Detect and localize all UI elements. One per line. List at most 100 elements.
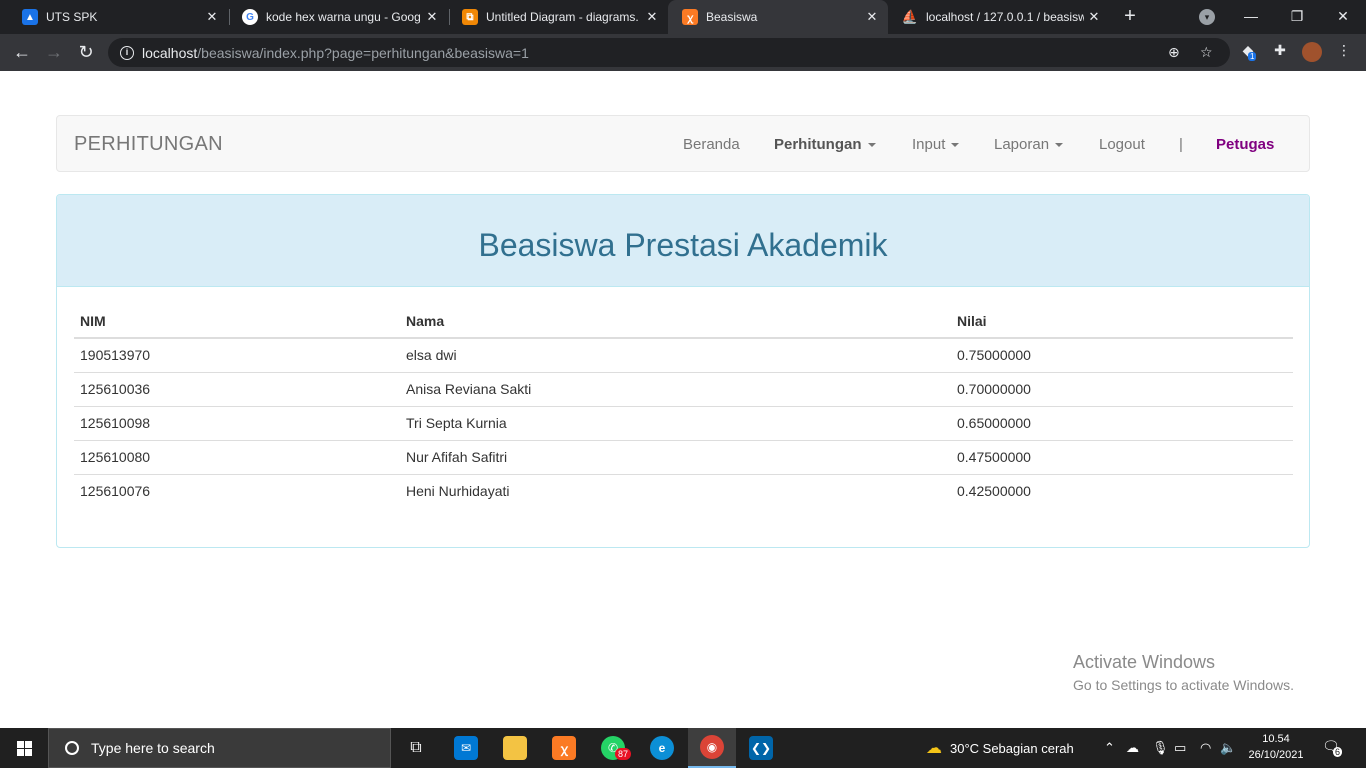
browser-tab-beasiswa[interactable]: ꭓ Beasiswa ✕ xyxy=(668,0,888,34)
whatsapp-badge: 87 xyxy=(615,748,632,760)
extensions-puzzle-icon[interactable]: ✚ xyxy=(1270,42,1290,62)
hidden-icons-chevron[interactable]: ⌃ xyxy=(1104,728,1115,768)
minimize-button[interactable]: — xyxy=(1228,0,1274,34)
vscode-app[interactable]: ❮❯ xyxy=(737,728,785,768)
table-row: 125610098 Tri Septa Kurnia 0.65000000 xyxy=(74,405,1293,440)
zoom-icon[interactable]: ⊕ xyxy=(1168,44,1180,61)
wifi-tray[interactable]: ◠ xyxy=(1200,728,1211,768)
extension-icon[interactable]: ◆ 1 xyxy=(1238,42,1258,62)
taskbar-search-box[interactable]: Type here to search xyxy=(48,728,391,768)
browser-tab-diagrams[interactable]: ⧉ Untitled Diagram - diagrams. ✕ xyxy=(448,0,668,34)
chrome-app[interactable]: ◉ xyxy=(688,728,736,768)
nav-perhitungan[interactable]: Perhitungan xyxy=(774,136,876,153)
cell-nama: Anisa Reviana Sakti xyxy=(400,371,951,406)
restore-button[interactable]: ❐ xyxy=(1274,0,1320,34)
close-window-button[interactable]: ✕ xyxy=(1320,0,1366,34)
browser-tab-phpmyadmin[interactable]: ⛵ localhost / 127.0.0.1 / beasisw ✕ xyxy=(888,0,1110,34)
column-header-nilai: Nilai xyxy=(951,305,1293,339)
classroom-icon: ▲ xyxy=(22,9,38,25)
page-content: PERHITUNGAN Beranda Perhitungan Input La… xyxy=(0,71,1366,728)
file-explorer-app[interactable] xyxy=(491,728,539,768)
browser-tab-uts-spk[interactable]: ▲ UTS SPK ✕ xyxy=(8,0,228,34)
chrome-icon: ◉ xyxy=(700,735,724,759)
column-header-nim: NIM xyxy=(74,305,400,339)
bookmark-star-icon[interactable]: ☆ xyxy=(1200,44,1213,61)
table-row: 125610080 Nur Afifah Safitri 0.47500000 xyxy=(74,439,1293,474)
more-menu-icon[interactable]: ⋮ xyxy=(1334,42,1354,62)
windows-logo-icon xyxy=(16,740,32,756)
whatsapp-app[interactable]: ✆ 87 xyxy=(589,728,637,768)
system-clock[interactable]: 10.54 26/10/2021 xyxy=(1240,731,1312,763)
close-tab-icon[interactable]: ✕ xyxy=(202,9,222,25)
weather-widget[interactable]: ☁ 30°C Sebagian cerah xyxy=(926,728,1074,768)
notification-center-button[interactable]: 🗨 6 xyxy=(1322,738,1343,758)
close-tab-icon[interactable]: ✕ xyxy=(1084,9,1104,25)
cell-nilai: 0.47500000 xyxy=(951,439,1293,474)
site-info-icon[interactable]: i xyxy=(120,45,134,60)
cell-nim: 190513970 xyxy=(80,347,151,364)
microphone-icon: 🎙 xyxy=(1152,740,1169,755)
profile-avatar[interactable] xyxy=(1302,42,1322,62)
search-icon xyxy=(65,741,79,755)
nav-petugas[interactable]: Petugas xyxy=(1216,136,1274,153)
cell-nim: 125610098 xyxy=(74,405,400,440)
close-tab-icon[interactable]: ✕ xyxy=(642,9,662,25)
partly-cloudy-icon: ☁ xyxy=(926,740,942,757)
mail-icon: ✉ xyxy=(454,736,478,760)
phpmyadmin-icon: ⛵ xyxy=(901,9,919,24)
close-tab-icon[interactable]: ✕ xyxy=(422,9,442,25)
cell-nama: Heni Nurhidayati xyxy=(400,473,951,508)
new-tab-button[interactable]: + xyxy=(1118,5,1142,29)
nav-beranda[interactable]: Beranda xyxy=(683,136,740,153)
caret-down-icon xyxy=(951,143,960,148)
nav-logout[interactable]: Logout xyxy=(1099,136,1145,153)
browser-tab-google-search[interactable]: G kode hex warna ungu - Goog ✕ xyxy=(228,0,448,34)
windows-taskbar: Type here to search ⧉ ✉ ꭓ ✆ 87 e ◉ ❮❯ ☁ 3… xyxy=(0,728,1366,768)
activate-windows-watermark: Activate Windows Go to Settings to activ… xyxy=(1073,652,1294,693)
edge-app[interactable]: e xyxy=(638,728,686,768)
cell-nama: elsa dwi xyxy=(406,347,457,364)
column-header-nama: Nama xyxy=(400,305,951,339)
microphone-tray[interactable]: 🎙 xyxy=(1152,728,1169,768)
table-header-row: NIM Nama Nilai xyxy=(74,305,1293,339)
back-arrow-icon[interactable]: ← xyxy=(9,40,35,66)
browser-toolbar: ← → ↻ i localhost/beasiswa/index.php?pag… xyxy=(0,34,1366,71)
results-panel: Beasiswa Prestasi Akademik NIM Nama Nila… xyxy=(56,194,1310,548)
caret-down-icon xyxy=(1055,143,1064,148)
task-view-button[interactable]: ⧉ xyxy=(392,728,440,768)
table-row: 125610076 Heni Nurhidayati 0.42500000 xyxy=(74,473,1293,508)
battery-icon: ▭ xyxy=(1174,740,1187,755)
nav-laporan[interactable]: Laporan xyxy=(994,136,1064,153)
caret-down-icon xyxy=(867,143,876,148)
battery-tray[interactable]: ▭ xyxy=(1174,728,1186,768)
cell-nilai: 0.70000000 xyxy=(951,371,1293,406)
address-bar[interactable]: i localhost/beasiswa/index.php?page=perh… xyxy=(108,38,1230,67)
drawio-icon: ⧉ xyxy=(462,9,478,25)
tab-search-icon[interactable]: ▾ xyxy=(1199,9,1215,25)
vscode-icon: ❮❯ xyxy=(749,736,773,760)
edge-icon: e xyxy=(650,736,674,760)
wifi-icon: ◠ xyxy=(1200,740,1212,755)
start-button[interactable] xyxy=(0,728,48,768)
nav-divider: | xyxy=(1179,136,1183,153)
xampp-app[interactable]: ꭓ xyxy=(540,728,588,768)
navbar-brand[interactable]: PERHITUNGAN xyxy=(74,133,223,156)
volume-tray[interactable]: 🔈 xyxy=(1220,728,1236,768)
onedrive-tray[interactable]: ☁ xyxy=(1126,728,1139,768)
mail-app[interactable]: ✉ xyxy=(442,728,490,768)
close-tab-icon[interactable]: ✕ xyxy=(862,9,882,25)
nav-input[interactable]: Input xyxy=(912,136,960,153)
cell-nilai: 0.65000000 xyxy=(951,405,1293,440)
chevron-up-icon: ⌃ xyxy=(1104,740,1115,755)
reload-icon[interactable]: ↻ xyxy=(73,40,99,66)
notification-count: 6 xyxy=(1333,747,1343,757)
extension-badge: 1 xyxy=(1248,52,1257,61)
table-row: 125610036 Anisa Reviana Sakti 0.70000000 xyxy=(74,371,1293,406)
forward-arrow-icon[interactable]: → xyxy=(41,40,67,66)
top-navbar: PERHITUNGAN Beranda Perhitungan Input La… xyxy=(56,115,1310,172)
page-title: Beasiswa Prestasi Akademik xyxy=(478,227,888,263)
cell-nilai: 0.42500000 xyxy=(951,473,1293,508)
cell-nilai: 0.75000000 xyxy=(957,347,1031,364)
cell-nama: Tri Septa Kurnia xyxy=(400,405,951,440)
xampp-icon: ꭓ xyxy=(682,9,698,25)
